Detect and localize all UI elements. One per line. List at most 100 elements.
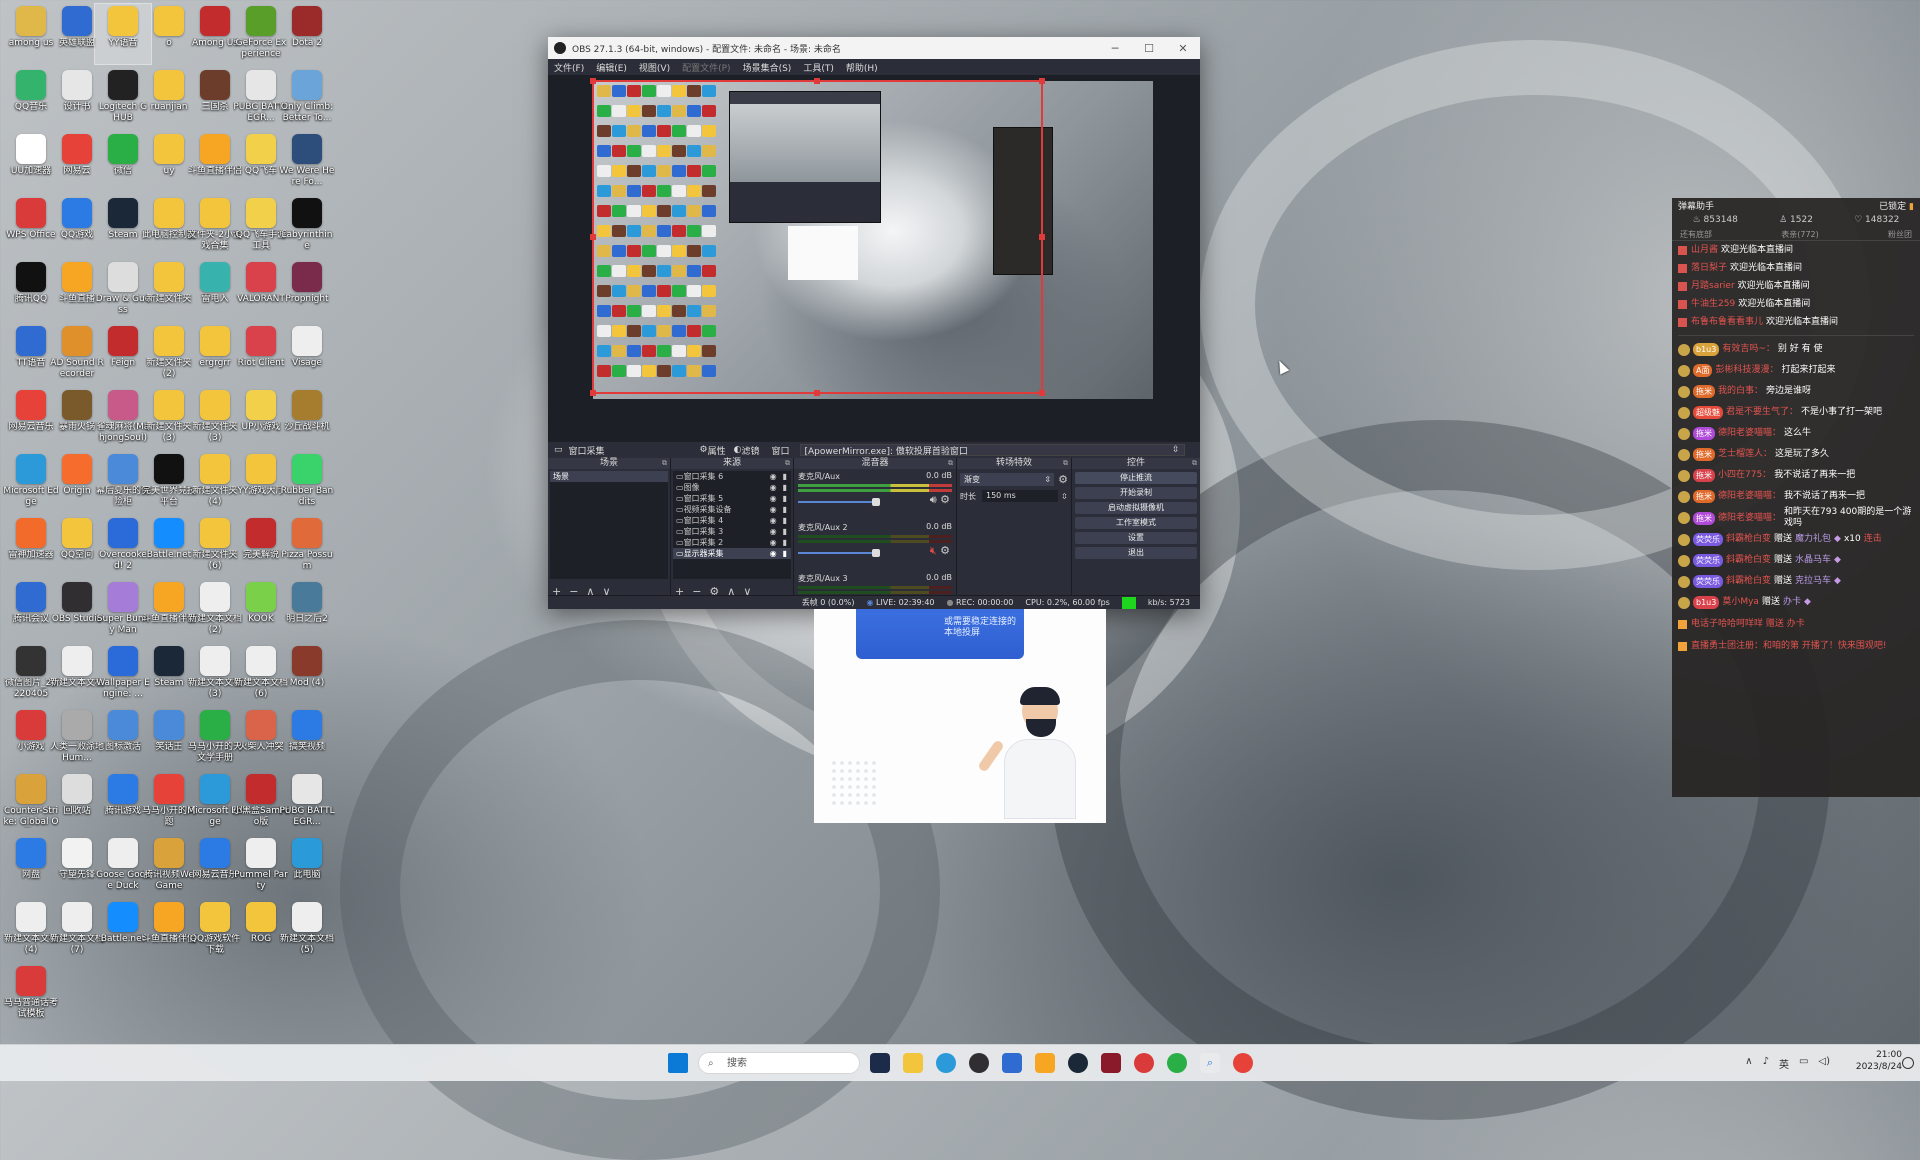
gear-icon[interactable]: ⚙ [937, 544, 950, 557]
spin-icon[interactable]: ⇳ [1061, 492, 1068, 501]
close-icon[interactable]: ✕ [1166, 42, 1200, 55]
welcome-user[interactable]: 月踏sarier [1691, 281, 1735, 292]
eye-icon[interactable]: ◉ [770, 504, 777, 515]
desktop-icon[interactable]: Pizza Possum [279, 516, 335, 576]
muted-speaker-icon[interactable]: 🔇︎ [930, 544, 937, 557]
lock-icon[interactable]: ▮ [783, 515, 787, 526]
gift-user[interactable]: 莫小Mya [1722, 597, 1759, 608]
desktop-icon[interactable]: Mod (4) [279, 644, 335, 704]
menu-help[interactable]: 帮助(H) [840, 61, 884, 74]
dock-pin-icon[interactable]: ⧉ [785, 458, 790, 469]
obs-preview[interactable] [548, 75, 1200, 441]
chat-user[interactable]: 芝士榴莲人： [1718, 449, 1772, 460]
transition-select[interactable]: 渐变 ⇳ [960, 473, 1055, 486]
chat-user[interactable]: 彭彬科技漫漫： [1715, 365, 1778, 376]
speaker-icon[interactable]: 🔊︎ [930, 493, 937, 506]
volume-icon[interactable]: ◁) [1818, 1056, 1830, 1071]
notification-icon[interactable] [1902, 1057, 1914, 1069]
obs-taskbar-icon[interactable] [969, 1053, 989, 1073]
eye-icon[interactable]: ◉ [770, 548, 777, 559]
chat-user[interactable]: 君是不要生气了： [1726, 407, 1798, 418]
mic-icon[interactable]: ♪ [1763, 1056, 1769, 1071]
menu-tools[interactable]: 工具(T) [797, 61, 840, 74]
gear-icon[interactable]: ⚙ [937, 493, 950, 506]
desktop-icon[interactable]: 马马普通话考试模板 [3, 964, 59, 1024]
gift-user[interactable]: 斜霸枪白变 [1726, 555, 1771, 566]
source-item[interactable]: ▭ 窗口采集 5 ◉ ▮ [673, 493, 791, 504]
desktop-icon[interactable]: Visage [279, 324, 335, 384]
properties-button[interactable]: 属性 [708, 444, 726, 457]
lock-icon[interactable]: ▮ [783, 471, 787, 482]
welcome-user[interactable]: 牛油生259 [1691, 299, 1735, 310]
tab-fans[interactable]: 粉丝团 [1888, 229, 1912, 240]
source-item[interactable]: ▭ 窗口采集 3 ◉ ▮ [673, 526, 791, 537]
welcome-user[interactable]: 山月酱 [1691, 245, 1718, 256]
lock-icon[interactable]: ▮ [783, 548, 787, 559]
windows-start-icon[interactable] [668, 1053, 688, 1073]
desktop-icon[interactable]: Propnight [279, 260, 335, 320]
source-item[interactable]: ▭ 显示器采集 ◉ ▮ [673, 548, 791, 559]
gear-icon[interactable]: ⚙ [700, 445, 708, 455]
app-icon-4[interactable]: ⌕ [1200, 1053, 1220, 1073]
app-icon-1[interactable] [870, 1053, 890, 1073]
douyu-icon[interactable] [1035, 1053, 1055, 1073]
desktop-icon[interactable]: We Were Here Fo... [279, 132, 335, 192]
exit-button[interactable]: 退出 [1075, 547, 1197, 559]
netease-music-icon[interactable] [1233, 1053, 1253, 1073]
chat-user[interactable]: 德阳老婆喵喵： [1718, 428, 1781, 439]
menu-file[interactable]: 文件(F) [548, 61, 590, 74]
studio-mode-button[interactable]: 工作室模式 [1075, 517, 1197, 529]
gift-user[interactable]: 斜霸枪白变 [1726, 576, 1771, 587]
desktop-icon[interactable]: PUBG BATTLEGR... [279, 772, 335, 832]
eye-icon[interactable]: ◉ [770, 537, 777, 548]
filter-icon[interactable]: ◐ [734, 445, 742, 455]
eye-icon[interactable]: ◉ [770, 515, 777, 526]
wechat-icon[interactable] [1167, 1053, 1187, 1073]
dock-pin-icon[interactable]: ⧉ [1063, 458, 1068, 469]
desktop-icon[interactable]: Labyrinthine [279, 196, 335, 256]
chat-user[interactable]: 德阳老婆喵喵： [1718, 513, 1781, 524]
dock-pin-icon[interactable]: ⧉ [662, 458, 667, 469]
chat-user[interactable]: 德阳老婆喵喵： [1718, 491, 1781, 502]
mirror-app-icon[interactable] [1002, 1053, 1022, 1073]
desktop-icon[interactable]: 沙丘战斗机 [279, 388, 335, 448]
maximize-icon[interactable]: ☐ [1132, 42, 1166, 55]
start-recording-button[interactable]: 开始录制 [1075, 487, 1197, 499]
eye-icon[interactable]: ◉ [770, 471, 777, 482]
desktop-icon[interactable]: Only Climb: Better To... [279, 68, 335, 128]
lock-icon[interactable]: ▮ [783, 493, 787, 504]
taskbar-clock[interactable]: 21:00 2023/8/24 [1856, 1049, 1902, 1073]
preview-selection-box[interactable] [590, 78, 1045, 396]
eye-icon[interactable]: ◉ [770, 526, 777, 537]
lock-icon[interactable]: ▮ [783, 537, 787, 548]
source-item[interactable]: ▭ 视频采集设备 ◉ ▮ [673, 504, 791, 515]
file-explorer-icon[interactable] [903, 1053, 923, 1073]
edge-icon[interactable] [936, 1053, 956, 1073]
menu-view[interactable]: 视图(V) [633, 61, 676, 74]
minimize-icon[interactable]: ─ [1098, 42, 1132, 55]
obs-titlebar[interactable]: OBS 27.1.3 (64-bit, windows) - 配置文件: 未命名… [548, 37, 1200, 59]
chat-user[interactable]: 小四在775： [1718, 470, 1771, 481]
duration-input[interactable]: 150 ms [982, 490, 1058, 502]
menu-edit[interactable]: 编辑(E) [590, 61, 633, 74]
taskbar-search[interactable]: ⌕ 搜索 [698, 1052, 860, 1074]
welcome-user[interactable]: 布鲁布鲁看看事儿 [1691, 317, 1763, 328]
eye-icon[interactable]: ◉ [770, 482, 777, 493]
source-item[interactable]: ▭ 窗口采集 4 ◉ ▮ [673, 515, 791, 526]
tab-audience[interactable]: 表亲(772) [1781, 229, 1819, 240]
lock-icon[interactable]: ▮ [783, 504, 787, 515]
app-icon-2[interactable] [1101, 1053, 1121, 1073]
gear-icon[interactable]: ⚙ [1058, 473, 1068, 486]
filters-button[interactable]: 滤镜 [741, 444, 759, 457]
welcome-user[interactable]: 落日梨子 [1691, 263, 1727, 274]
volume-slider[interactable] [798, 549, 898, 557]
desktop-icon[interactable]: 搞笑视频 [279, 708, 335, 768]
desktop-icon[interactable]: Rubber Bandits [279, 452, 335, 512]
chevron-up-icon[interactable]: ∧ [1745, 1056, 1752, 1071]
source-item[interactable]: ▭ 窗口采集 6 ◉ ▮ [673, 471, 791, 482]
chat-user[interactable]: 有效吉吗~： [1722, 344, 1775, 355]
source-item[interactable]: ▭ 窗口采集 2 ◉ ▮ [673, 537, 791, 548]
tab-bottom[interactable]: 还有底部 [1680, 229, 1712, 240]
desktop-icon[interactable]: 此电脑 [279, 836, 335, 896]
desktop-icon[interactable]: 明日之后2 [279, 580, 335, 640]
